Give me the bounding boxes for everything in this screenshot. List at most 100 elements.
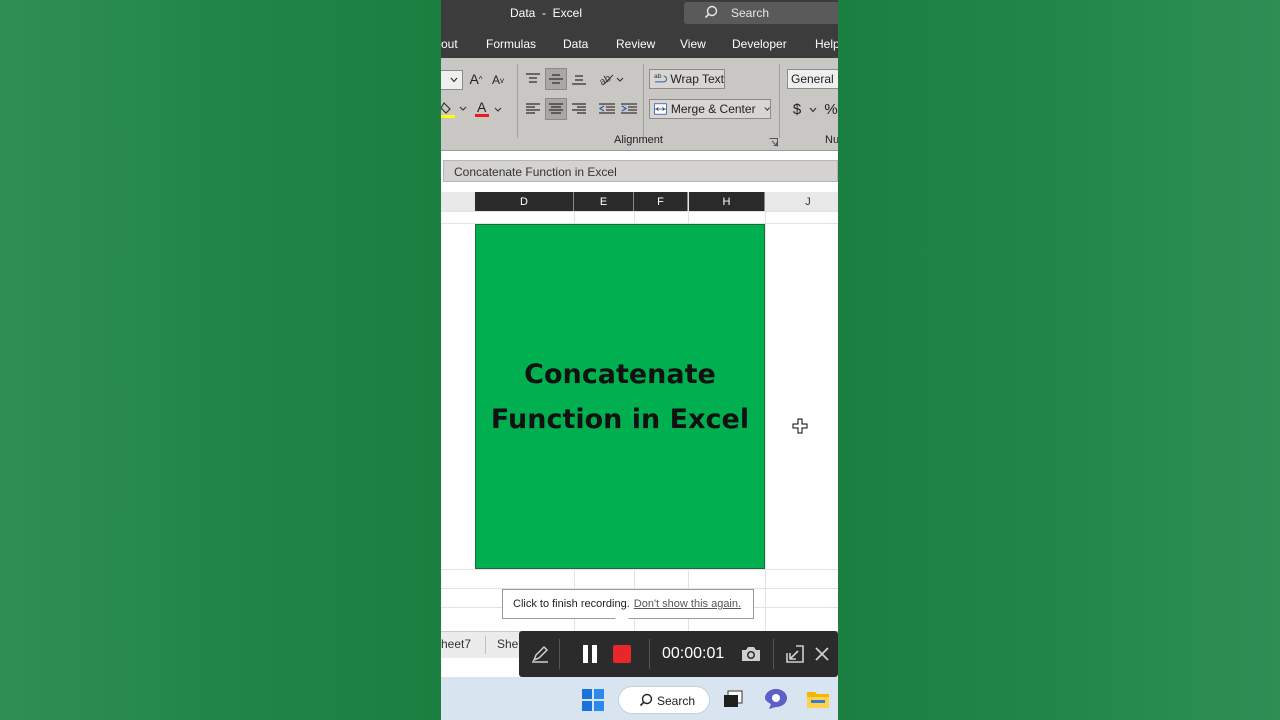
align-center-button[interactable] [545, 98, 567, 120]
grid-line [765, 211, 766, 631]
merged-cell-text: Concatenate Function in Excel [485, 352, 755, 442]
number-group-label: Nu [825, 134, 838, 146]
column-headers: D E F H J [441, 192, 838, 212]
increase-indent-button[interactable] [619, 98, 639, 120]
merge-center-label: Merge & Center [670, 102, 756, 116]
top-align-button[interactable] [523, 68, 543, 90]
svg-text:ab: ab [654, 73, 662, 80]
align-left-button[interactable] [523, 98, 543, 120]
percent-button[interactable]: % [823, 98, 838, 120]
file-explorer-icon[interactable] [806, 689, 830, 709]
recorder-separator [649, 639, 650, 669]
recorder-separator [773, 639, 774, 669]
decrease-font-label: A [491, 73, 500, 87]
align-bottom-icon [572, 75, 586, 85]
fill-color-button[interactable] [441, 98, 469, 120]
merge-center-icon [654, 103, 667, 115]
decrease-font-button[interactable]: Av [489, 69, 507, 91]
tab-help[interactable]: Help [815, 37, 838, 51]
tab-developer[interactable]: Developer [732, 37, 787, 51]
search-icon [639, 693, 653, 707]
grid-line [441, 569, 838, 570]
increase-font-button[interactable]: A ^ [467, 68, 485, 90]
font-size-dropdown[interactable] [441, 70, 463, 90]
column-header-d[interactable]: D [475, 192, 574, 211]
number-format-label: General [791, 72, 834, 86]
merge-center-button[interactable]: Merge & Center [649, 99, 771, 119]
currency-symbol: $ [792, 100, 802, 118]
worksheet-grid[interactable]: Concatenate Function in Excel [441, 211, 838, 631]
tab-data[interactable]: Data [563, 37, 588, 51]
align-top-icon [526, 73, 540, 83]
dont-show-again-link[interactable]: Don't show this again. [634, 598, 741, 610]
teams-chat-icon[interactable] [764, 688, 788, 710]
column-header-j[interactable]: J [769, 192, 838, 211]
chevron-down-icon [450, 77, 458, 83]
sheet-tab-7[interactable]: heet7 [441, 637, 471, 651]
merged-cell-line-2: Function in Excel [490, 403, 750, 435]
align-right-button[interactable] [569, 98, 589, 120]
decrease-indent-icon [599, 103, 615, 114]
alignment-group-label: Alignment [614, 134, 663, 146]
merged-title-cell[interactable]: Concatenate Function in Excel [475, 224, 765, 569]
dialog-launcher-icon[interactable] [769, 138, 778, 147]
merged-cell-line-1: Concatenate [524, 358, 716, 390]
tab-view[interactable]: View [680, 37, 706, 51]
formula-bar-text: Concatenate Function in Excel [454, 165, 617, 179]
camera-icon[interactable] [741, 645, 761, 663]
stop-recording-icon[interactable] [613, 645, 631, 663]
ribbon-separator [643, 64, 644, 138]
pen-icon[interactable] [530, 644, 550, 664]
svg-text:ab: ab [598, 73, 614, 87]
tooltip-tail [615, 618, 629, 626]
chevron-down-icon [764, 107, 770, 111]
decrease-indent-button[interactable] [597, 98, 617, 120]
windows-start-icon[interactable] [582, 689, 604, 711]
tab-review[interactable]: Review [616, 37, 655, 51]
ribbon: A ^ Av A ab ab Wrap Text Merge & Center … [441, 58, 838, 151]
align-right-icon [572, 103, 586, 114]
increase-indent-icon [621, 103, 637, 114]
wrap-text-button[interactable]: ab Wrap Text [649, 69, 725, 89]
wrap-text-label: Wrap Text [670, 72, 724, 86]
column-header-f[interactable]: F [634, 192, 688, 211]
font-color-button[interactable]: A [474, 98, 504, 120]
pause-icon[interactable] [582, 645, 598, 663]
title-search-label: Search [731, 6, 770, 20]
document-title: Data - Excel [510, 6, 583, 20]
sheet-tab-divider [485, 636, 486, 654]
text-orientation-icon: ab [598, 73, 624, 87]
formula-bar[interactable]: Concatenate Function in Excel [443, 160, 838, 182]
svg-text:A: A [477, 100, 487, 115]
paint-bucket-icon [441, 102, 467, 118]
close-icon[interactable] [815, 647, 829, 661]
bottom-align-button[interactable] [569, 68, 589, 90]
minimize-recorder-icon[interactable] [786, 645, 804, 663]
middle-align-button[interactable] [545, 68, 567, 90]
taskbar-search[interactable]: Search [618, 686, 710, 714]
orientation-button[interactable]: ab [596, 68, 626, 90]
tab-page-layout[interactable]: out [441, 37, 458, 51]
font-color-icon: A [475, 100, 502, 117]
cell-cursor-icon [792, 418, 808, 434]
title-bar: Data - Excel Search [441, 0, 838, 28]
chevron-down-icon[interactable] [809, 107, 817, 113]
increase-font-label: A [469, 71, 479, 87]
number-format-dropdown[interactable]: General [787, 69, 838, 89]
recording-timer: 00:00:01 [662, 645, 725, 662]
search-icon [704, 5, 718, 19]
taskbar: Search [441, 677, 838, 720]
phone-screen: Data - Excel Search out Formulas Data Re… [441, 0, 838, 720]
column-header-e[interactable]: E [574, 192, 634, 211]
sheet-tab-next[interactable]: She [497, 637, 518, 651]
recording-tooltip: Click to finish recording. Don't show th… [502, 589, 754, 619]
currency-button[interactable]: $ [789, 98, 805, 120]
title-search-box[interactable]: Search [684, 2, 838, 24]
tab-formulas[interactable]: Formulas [486, 37, 536, 51]
task-view-icon[interactable] [723, 689, 743, 709]
tooltip-text: Click to finish recording. [513, 598, 630, 610]
column-header-h[interactable]: H [689, 192, 765, 211]
align-middle-icon [549, 74, 563, 84]
taskbar-search-label: Search [657, 694, 696, 708]
wrap-text-icon: ab [654, 73, 667, 83]
